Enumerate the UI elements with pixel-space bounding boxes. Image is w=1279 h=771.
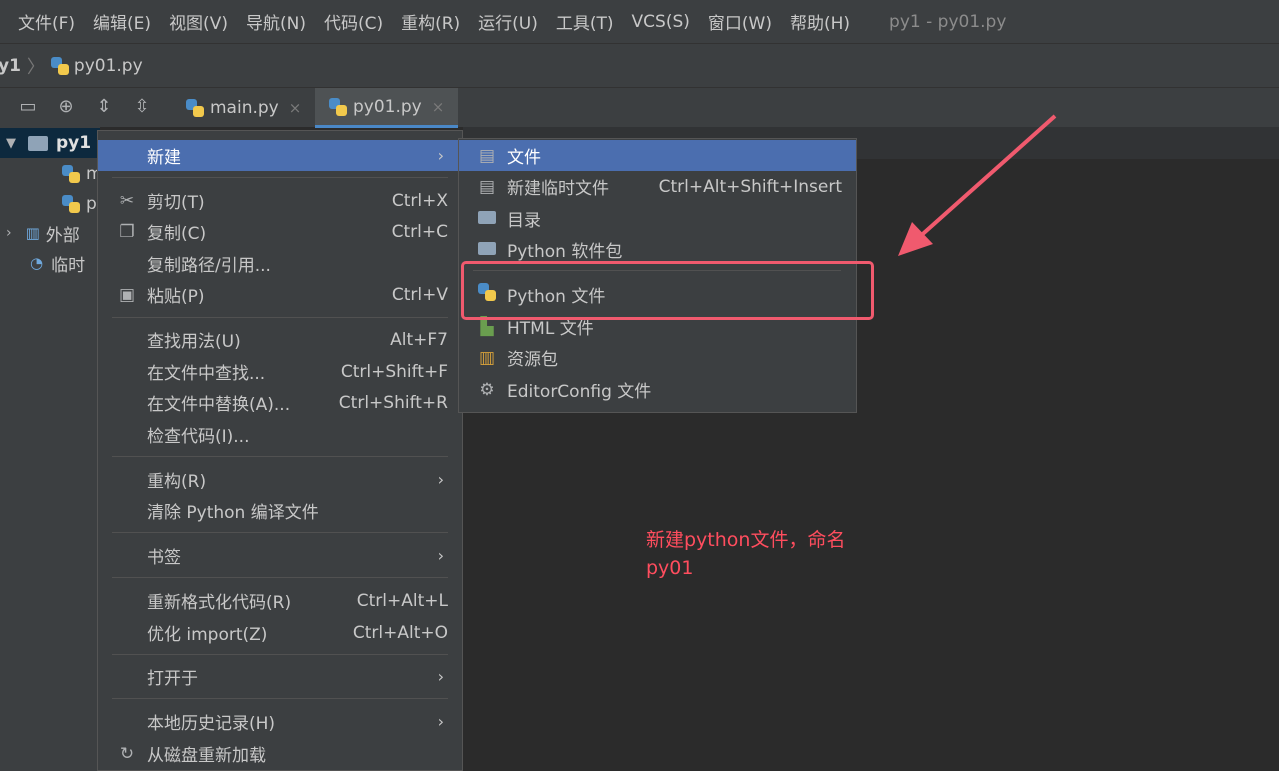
folder-icon — [476, 209, 498, 229]
copy-icon: ❐ — [119, 221, 135, 242]
menu-item-paste[interactable]: ▣ 粘贴(P) Ctrl+V — [98, 279, 462, 310]
python-file-icon — [62, 165, 80, 183]
divider — [112, 177, 448, 178]
menu-item-cut[interactable]: ✂ 剪切(T) Ctrl+X — [98, 185, 462, 216]
tree-root-label: py1 — [56, 133, 92, 153]
resource-bundle-icon: ▥ — [478, 347, 496, 368]
menu-item-replace-in-files[interactable]: 在文件中替换(A)... Ctrl+Shift+R — [98, 387, 462, 418]
menu-item-reload-from-disk[interactable]: ↻ 从磁盘重新加载 — [98, 738, 462, 769]
menu-item-copy-path[interactable]: 复制路径/引用... — [98, 248, 462, 279]
menu-item-local-history[interactable]: 本地历史记录(H) › — [98, 706, 462, 737]
scratch-file-icon: ▤ — [478, 176, 496, 197]
menu-run[interactable]: 运行(U) — [469, 9, 547, 34]
breadcrumb: y1 〉 py01.py — [0, 43, 1279, 87]
chevron-right-icon: › — [437, 470, 444, 489]
divider — [112, 577, 448, 578]
chevron-right-icon: › — [437, 712, 444, 731]
submenu-item-resource-bundle[interactable]: ▥ 资源包 — [459, 342, 856, 373]
tab-label: py01.py — [353, 96, 422, 117]
menu-vcs[interactable]: VCS(S) — [623, 12, 699, 32]
locate-icon[interactable]: ⊕ — [54, 96, 78, 118]
close-icon[interactable]: × — [432, 98, 445, 116]
menu-window[interactable]: 窗口(W) — [699, 9, 781, 34]
tree-item-label: 临时 — [51, 255, 86, 276]
menu-item-inspect-code[interactable]: 检查代码(I)... — [98, 419, 462, 450]
menu-view[interactable]: 视图(V) — [160, 9, 237, 34]
tab-py01-py[interactable]: py01.py × — [315, 88, 459, 128]
menu-item-bookmarks[interactable]: 书签 › — [98, 540, 462, 571]
menu-item-open-in[interactable]: 打开于 › — [98, 661, 462, 692]
context-menu: 新建 › ✂ 剪切(T) Ctrl+X ❐ 复制(C) Ctrl+C 复制路径/… — [97, 130, 463, 771]
submenu-item-scratch-file[interactable]: ▤ 新建临时文件 Ctrl+Alt+Shift+Insert — [459, 171, 856, 202]
menu-navigate[interactable]: 导航(N) — [237, 9, 315, 34]
submenu-item-directory[interactable]: 目录 — [459, 203, 856, 234]
divider — [112, 456, 448, 457]
chevron-right-icon: › — [437, 667, 444, 686]
breadcrumb-separator-icon: 〉 — [26, 56, 45, 78]
project-view-icon[interactable]: ▭ — [16, 96, 40, 118]
menu-help[interactable]: 帮助(H) — [781, 9, 859, 34]
divider — [112, 698, 448, 699]
menu-file[interactable]: 文件(F) — [9, 9, 84, 34]
close-icon[interactable]: × — [289, 99, 302, 117]
menu-item-optimize-imports[interactable]: 优化 import(Z) Ctrl+Alt+O — [98, 617, 462, 648]
tree-item-py01[interactable]: p — [62, 189, 97, 219]
menu-item-clean-python-compiled[interactable]: 清除 Python 编译文件 — [98, 495, 462, 526]
menu-item-find-usages[interactable]: 查找用法(U) Alt+F7 — [98, 324, 462, 355]
breadcrumb-file[interactable]: py01.py — [50, 55, 143, 76]
python-file-icon — [186, 99, 204, 117]
python-file-icon — [50, 56, 69, 75]
python-file-icon — [62, 195, 80, 213]
paste-icon: ▣ — [118, 284, 136, 305]
tree-item-label: p — [86, 194, 97, 214]
scratch-icon: ◔ — [30, 254, 44, 272]
tree-scratches[interactable]: ◔ 临时 — [30, 248, 85, 278]
tab-main-py[interactable]: main.py × — [172, 88, 315, 128]
divider — [112, 532, 448, 533]
tree-external-libraries[interactable]: › ▥ 外部 — [6, 218, 80, 248]
tree-item-label: 外部 — [45, 225, 80, 246]
submenu-item-editorconfig[interactable]: ⚙ EditorConfig 文件 — [459, 374, 856, 405]
chevron-down-icon: ▼ — [6, 135, 16, 151]
folder-icon — [28, 135, 48, 151]
expand-all-icon[interactable]: ⇕ — [92, 96, 116, 118]
menu-tools[interactable]: 工具(T) — [547, 9, 623, 34]
python-file-icon — [329, 97, 347, 116]
tree-root-py1[interactable]: ▼ py1 — [0, 128, 100, 158]
library-icon: ▥ — [25, 224, 40, 242]
annotation-line-2: py01 — [646, 557, 694, 579]
editor-tab-bar: ▭ ⊕ ⇕ ⇳ main.py × py01.py × — [0, 87, 1279, 128]
package-icon — [476, 240, 498, 260]
menu-code[interactable]: 代码(C) — [315, 9, 392, 34]
collapse-all-icon[interactable]: ⇳ — [130, 96, 154, 118]
menu-item-find-in-files[interactable]: 在文件中查找... Ctrl+Shift+F — [98, 356, 462, 387]
submenu-item-file[interactable]: ▤ 文件 — [459, 140, 856, 171]
project-tree: ▼ py1 m p › ▥ 外部 ◔ 临时 — [0, 127, 103, 771]
breadcrumb-file-label: py01.py — [73, 55, 143, 76]
reload-icon: ↻ — [119, 743, 135, 764]
highlight-box — [461, 261, 874, 320]
file-icon: ▤ — [478, 145, 496, 166]
menu-item-copy[interactable]: ❐ 复制(C) Ctrl+C — [98, 216, 462, 247]
menu-bar: 文件(F) 编辑(E) 视图(V) 导航(N) 代码(C) 重构(R) 运行(U… — [0, 0, 1279, 43]
tab-label: main.py — [210, 98, 279, 118]
chevron-right-icon: › — [6, 225, 12, 241]
chevron-right-icon: › — [437, 546, 444, 565]
menu-item-new[interactable]: 新建 › — [98, 140, 462, 171]
scissors-icon: ✂ — [119, 190, 135, 211]
annotation-line-1: 新建python文件，命名 — [646, 529, 846, 551]
divider — [112, 317, 448, 318]
window-title: py1 - py01.py — [889, 11, 1007, 32]
divider — [112, 654, 448, 655]
menu-item-refactor[interactable]: 重构(R) › — [98, 464, 462, 495]
menu-edit[interactable]: 编辑(E) — [84, 9, 160, 34]
menu-item-reformat-code[interactable]: 重新格式化代码(R) Ctrl+Alt+L — [98, 585, 462, 616]
breadcrumb-project[interactable]: y1 — [0, 56, 21, 76]
annotation-text: 新建python文件，命名 py01 — [646, 526, 906, 582]
gear-icon: ⚙ — [479, 379, 495, 400]
chevron-right-icon: › — [437, 146, 444, 165]
menu-refactor[interactable]: 重构(R) — [392, 9, 469, 34]
